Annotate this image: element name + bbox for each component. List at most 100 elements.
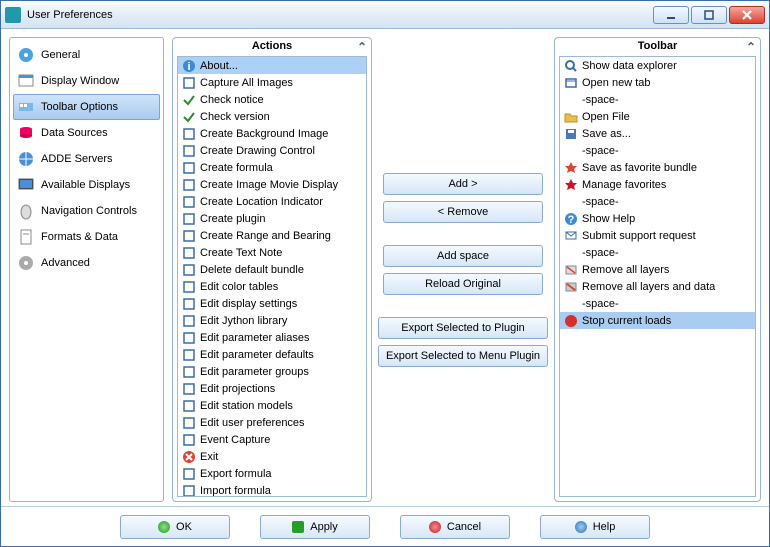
toolbar-list[interactable]: Show data explorerOpen new tab-space-Ope… — [560, 57, 755, 496]
list-item-label: Save as favorite bundle — [582, 162, 697, 174]
sidebar-item[interactable]: Display Window — [13, 68, 160, 94]
list-item[interactable]: Remove all layers — [560, 261, 755, 278]
actions-header: Actions ⌃ — [173, 38, 371, 56]
ok-button[interactable]: OK — [120, 515, 230, 539]
sidebar-item[interactable]: ADDE Servers — [13, 146, 160, 172]
list-item[interactable]: Event Capture — [178, 431, 366, 448]
add-button[interactable]: Add > — [383, 173, 543, 195]
list-item[interactable]: Open new tab — [560, 74, 755, 91]
list-item[interactable]: Create plugin — [178, 210, 366, 227]
list-item[interactable]: Remove all layers and data — [560, 278, 755, 295]
sidebar-item-label: Formats & Data — [41, 231, 118, 243]
help-button[interactable]: Help — [540, 515, 650, 539]
export-menu-plugin-button[interactable]: Export Selected to Menu Plugin — [378, 345, 548, 367]
list-item[interactable]: Create Image Movie Display — [178, 176, 366, 193]
spacer-icon — [564, 93, 578, 107]
fav-icon — [564, 161, 578, 175]
list-item[interactable]: Edit color tables — [178, 278, 366, 295]
list-item[interactable]: Manage favorites — [560, 176, 755, 193]
pencil-icon — [182, 144, 196, 158]
list-item[interactable]: Create Drawing Control — [178, 142, 366, 159]
list-item[interactable]: Edit parameter groups — [178, 363, 366, 380]
list-item-label: Remove all layers — [582, 264, 669, 276]
sidebar-item[interactable]: General — [13, 42, 160, 68]
dialog-footer: OK Apply Cancel Help — [1, 506, 769, 546]
list-item-label: Import formula — [200, 485, 271, 497]
list-item[interactable]: Edit display settings — [178, 295, 366, 312]
list-item[interactable]: -space- — [560, 193, 755, 210]
sidebar-item[interactable]: Formats & Data — [13, 224, 160, 250]
sidebar-item[interactable]: Toolbar Options — [13, 94, 160, 120]
list-item[interactable]: -space- — [560, 244, 755, 261]
list-item[interactable]: Edit projections — [178, 380, 366, 397]
exit-icon — [182, 450, 196, 464]
list-item-label: Edit parameter aliases — [200, 332, 309, 344]
list-item[interactable]: Import formula — [178, 482, 366, 496]
export-plugin-button[interactable]: Export Selected to Plugin — [378, 317, 548, 339]
list-item[interactable]: Edit parameter defaults — [178, 346, 366, 363]
list-item[interactable]: Exit — [178, 448, 366, 465]
list-item[interactable]: Check notice — [178, 91, 366, 108]
list-item[interactable]: Save as favorite bundle — [560, 159, 755, 176]
list-item[interactable]: Open File — [560, 108, 755, 125]
sidebar-item[interactable]: Navigation Controls — [13, 198, 160, 224]
list-item-label: Edit parameter defaults — [200, 349, 314, 361]
sidebar-icon — [17, 150, 35, 168]
list-item[interactable]: Save as... — [560, 125, 755, 142]
add-space-button[interactable]: Add space — [383, 245, 543, 267]
app-icon — [5, 7, 21, 23]
titlebar[interactable]: User Preferences — [1, 1, 769, 29]
list-item[interactable]: Edit user preferences — [178, 414, 366, 431]
maximize-button[interactable] — [691, 6, 727, 24]
toolbar-header-label: Toolbar — [638, 40, 678, 52]
list-item[interactable]: -space- — [560, 295, 755, 312]
chevron-up-icon[interactable]: ⌃ — [357, 40, 367, 54]
chevron-up-icon[interactable]: ⌃ — [746, 40, 756, 54]
list-item[interactable]: Submit support request — [560, 227, 755, 244]
list-item[interactable]: Export formula — [178, 465, 366, 482]
actions-list[interactable]: iAbout...Capture All ImagesCheck noticeC… — [178, 57, 366, 496]
reload-original-button[interactable]: Reload Original — [383, 273, 543, 295]
spacer-icon — [564, 246, 578, 260]
list-item[interactable]: Stop current loads — [560, 312, 755, 329]
list-item[interactable]: -space- — [560, 142, 755, 159]
minimize-button[interactable] — [653, 6, 689, 24]
sidebar-item-label: Available Displays — [41, 179, 130, 191]
close-button[interactable] — [729, 6, 765, 24]
list-item-label: Open File — [582, 111, 630, 123]
sidebar-item[interactable]: Advanced — [13, 250, 160, 276]
list-item[interactable]: Check version — [178, 108, 366, 125]
trash-icon — [182, 263, 196, 277]
list-item[interactable]: Edit Jython library — [178, 312, 366, 329]
film-icon — [182, 178, 196, 192]
save-icon — [564, 127, 578, 141]
favmgr-icon — [564, 178, 578, 192]
preferences-window: User Preferences GeneralDisplay WindowTo… — [0, 0, 770, 547]
list-item-label: Edit user preferences — [200, 417, 305, 429]
list-item[interactable]: Edit parameter aliases — [178, 329, 366, 346]
list-item[interactable]: Capture All Images — [178, 74, 366, 91]
help-icon: ? — [564, 212, 578, 226]
list-item[interactable]: iAbout... — [178, 57, 366, 74]
list-item[interactable]: Create formula — [178, 159, 366, 176]
apply-button[interactable]: Apply — [260, 515, 370, 539]
list-item-label: Show data explorer — [582, 60, 677, 72]
list-item[interactable]: Show data explorer — [560, 57, 755, 74]
list-item[interactable]: ?Show Help — [560, 210, 755, 227]
list-item[interactable]: Create Location Indicator — [178, 193, 366, 210]
remove-button[interactable]: < Remove — [383, 201, 543, 223]
list-item[interactable]: Create Range and Bearing — [178, 227, 366, 244]
sidebar-item[interactable]: Available Displays — [13, 172, 160, 198]
cancel-button[interactable]: Cancel — [400, 515, 510, 539]
list-icon — [182, 365, 196, 379]
list-item[interactable]: -space- — [560, 91, 755, 108]
spacer-icon — [564, 297, 578, 311]
image-icon — [182, 127, 196, 141]
list-item-label: Create Text Note — [200, 247, 282, 259]
list-item[interactable]: Create Background Image — [178, 125, 366, 142]
list-item[interactable]: Delete default bundle — [178, 261, 366, 278]
sidebar-item[interactable]: Data Sources — [13, 120, 160, 146]
list-item[interactable]: Create Text Note — [178, 244, 366, 261]
list-item[interactable]: Edit station models — [178, 397, 366, 414]
info-icon: i — [182, 59, 196, 73]
